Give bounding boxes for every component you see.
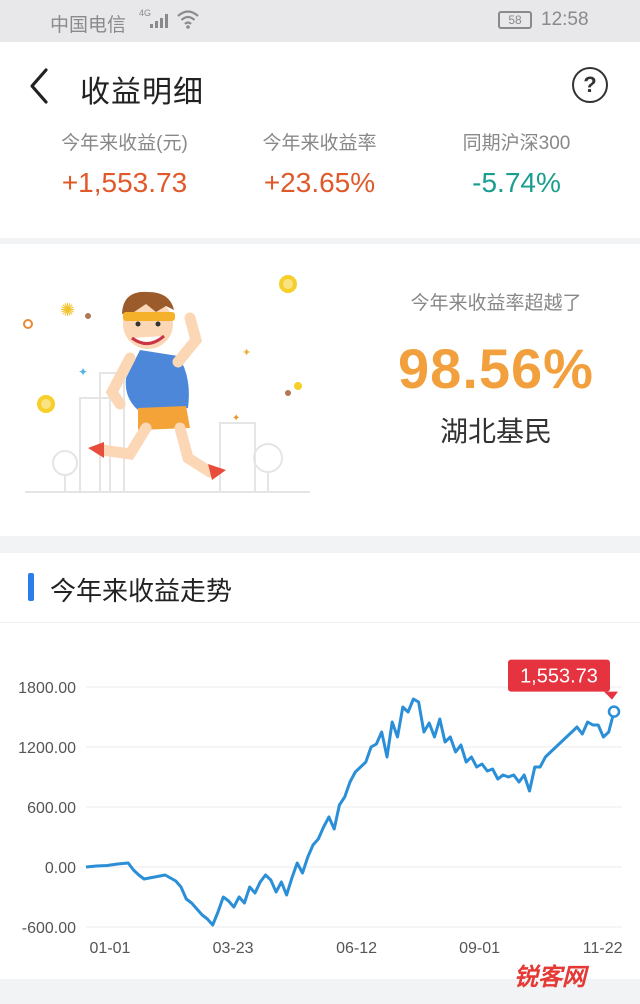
stat-value: -5.74% xyxy=(472,167,561,198)
y-tick-label: 0.00 xyxy=(45,860,76,877)
y-tick-label: 1200.00 xyxy=(18,740,76,757)
battery-icon: 58 xyxy=(498,11,532,29)
y-tick-label: -600.00 xyxy=(22,920,76,937)
nav-bar: 收益明细 ? xyxy=(0,42,640,128)
signal-icon xyxy=(150,14,168,28)
stat-label: 今年来收益(元) xyxy=(61,133,188,154)
status-bar: 中国电信 4G 58 12:58 xyxy=(0,0,640,42)
svg-text:✦: ✦ xyxy=(242,347,251,359)
series-line xyxy=(85,697,616,927)
trend-chart[interactable]: 1800.00 1200.00 600.00 0.00 -600.00 01-01 03-2… xyxy=(0,623,640,979)
trend-card: 今年来收益走势 1800.00 1200.00 600.00 0.00 -600.00 0… xyxy=(0,553,640,979)
stat-value: +1,553.73 xyxy=(61,167,188,198)
carrier-name: 中国电信 xyxy=(50,15,127,36)
x-tick-label: 01-01 xyxy=(90,940,131,957)
trend-header: 今年来收益走势 xyxy=(0,553,640,623)
runner-illustration: ✦ ✦ ✦ ✦ ✺ xyxy=(23,275,310,493)
series-end-point xyxy=(607,705,621,718)
summary-panel: 今年来收益(元) +1,553.73 今年来收益率 +23.65% 同期沪深30… xyxy=(0,128,640,238)
x-tick-label: 06-12 xyxy=(336,940,377,957)
y-tick-label: 1800.00 xyxy=(18,680,76,697)
section-accent-bar xyxy=(28,573,34,601)
stat-label: 今年来收益率 xyxy=(262,133,377,154)
stat-label: 同期沪深300 xyxy=(462,133,571,154)
page-title: 收益明细 xyxy=(80,76,204,109)
ranking-caption: 今年来收益率超越了 xyxy=(410,293,582,314)
trend-title: 今年来收益走势 xyxy=(50,576,233,606)
hs300-stat: 同期沪深300 -5.74% xyxy=(410,128,623,199)
help-button[interactable]: ? xyxy=(572,67,608,103)
y-tick-label: 600.00 xyxy=(27,800,76,817)
callout-label: 1,553.73 xyxy=(520,666,598,688)
ranking-group: 湖北基民 xyxy=(439,416,552,447)
x-tick-label: 09-01 xyxy=(459,940,500,957)
x-tick-label: 03-23 xyxy=(213,940,254,957)
clock: 12:58 xyxy=(541,9,589,30)
svg-text:✺: ✺ xyxy=(60,300,75,320)
stat-value: +23.65% xyxy=(263,167,376,198)
ytd-return-stat: 今年来收益率 +23.65% xyxy=(213,128,426,199)
x-tick-label: 11-22 xyxy=(583,940,623,957)
ranking-card: ✦ ✦ ✦ ✦ ✺ 今年来收益率超越了 98.56% 湖北基民 xyxy=(0,244,640,536)
ytd-profit-stat: 今年来收益(元) +1,553.73 xyxy=(18,128,231,199)
watermark-logo: 锐客网 xyxy=(514,964,586,991)
ranking-percent: 98.56% xyxy=(398,337,594,400)
svg-text:✦: ✦ xyxy=(232,413,240,424)
back-arrow-icon[interactable] xyxy=(26,66,54,106)
callout-pointer xyxy=(604,691,618,700)
svg-text:✦: ✦ xyxy=(78,365,88,379)
wifi-icon xyxy=(177,10,199,29)
